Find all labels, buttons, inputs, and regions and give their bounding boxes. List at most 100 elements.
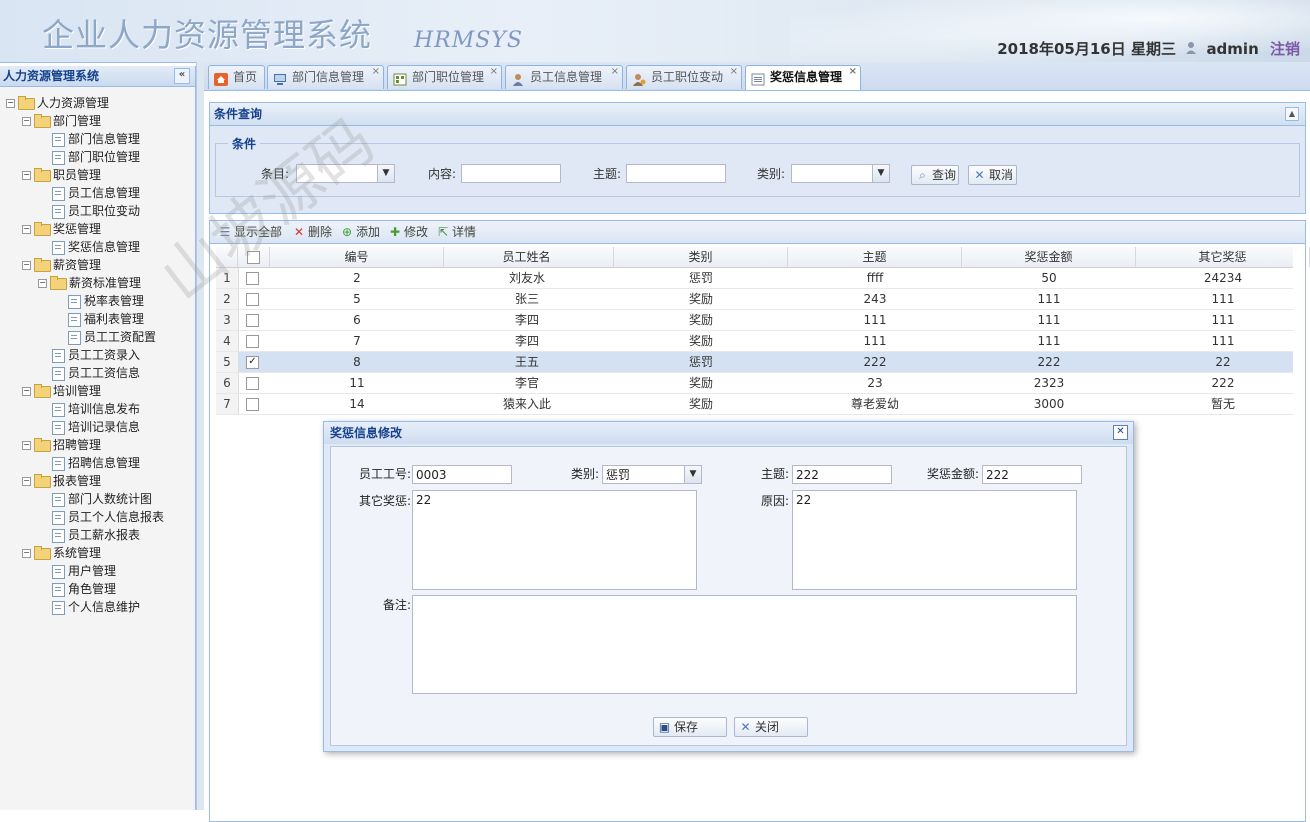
- row-checkbox[interactable]: [246, 335, 259, 348]
- tab-close-icon[interactable]: ×: [849, 60, 857, 83]
- tree-leaf[interactable]: 个人信息维护: [0, 598, 195, 616]
- collapse-toggle-icon[interactable]: −: [22, 477, 31, 486]
- tab-2[interactable]: 部门信息管理 ×: [267, 65, 384, 89]
- add-button[interactable]: ⊕ 添加: [340, 223, 380, 241]
- tree-leaf[interactable]: 员工薪水报表: [0, 526, 195, 544]
- show-all-button[interactable]: ☰ 显示全部: [218, 223, 282, 241]
- tree-folder[interactable]: − 职员管理: [0, 166, 195, 184]
- tree-folder[interactable]: − 部门管理: [0, 112, 195, 130]
- tab-close-icon[interactable]: ×: [490, 60, 498, 83]
- table-row[interactable]: 4 7 李四 奖励 111 111 111: [216, 331, 1293, 352]
- select-all-checkbox[interactable]: [247, 251, 260, 264]
- column-header[interactable]: 主题: [788, 247, 962, 267]
- tree-leaf[interactable]: 员工工资信息: [0, 364, 195, 382]
- item-select[interactable]: ▼: [296, 164, 395, 183]
- collapse-toggle-icon[interactable]: −: [22, 441, 31, 450]
- cancel-button[interactable]: ✕ 取消: [968, 165, 1017, 185]
- collapse-toggle-icon[interactable]: −: [22, 387, 31, 396]
- table-row[interactable]: 2 5 张三 奖励 243 111 111: [216, 289, 1293, 310]
- row-checkbox[interactable]: [246, 398, 259, 411]
- table-row[interactable]: 5 ✓ 8 王五 惩罚 222 222 22: [216, 352, 1293, 373]
- tree-leaf[interactable]: 员工工资配置: [0, 328, 195, 346]
- content-input[interactable]: [461, 164, 561, 183]
- query-panel-title: 条件查询: [214, 107, 263, 121]
- tree-leaf[interactable]: 奖惩信息管理: [0, 238, 195, 256]
- tree-folder[interactable]: − 薪资标准管理: [0, 274, 195, 292]
- tree-leaf[interactable]: 角色管理: [0, 580, 195, 598]
- column-header[interactable]: 类别: [614, 247, 788, 267]
- logout-link[interactable]: 注销: [1270, 40, 1300, 58]
- emp-no-input[interactable]: 0003: [412, 465, 512, 484]
- tab-1[interactable]: 首页: [208, 65, 265, 89]
- reason-textarea[interactable]: 22: [792, 490, 1077, 590]
- tree-folder[interactable]: − 培训管理: [0, 382, 195, 400]
- collapse-toggle-icon[interactable]: −: [6, 99, 15, 108]
- collapse-toggle-icon[interactable]: −: [22, 261, 31, 270]
- tree-leaf[interactable]: 部门职位管理: [0, 148, 195, 166]
- subject-input[interactable]: 222: [792, 465, 892, 484]
- detail-button[interactable]: ⇱ 详情: [436, 223, 476, 241]
- row-checkbox[interactable]: [246, 293, 259, 306]
- tab-close-icon[interactable]: ×: [730, 60, 738, 83]
- collapse-up-icon[interactable]: ▲: [1285, 107, 1299, 121]
- row-checkbox[interactable]: [246, 377, 259, 390]
- column-header[interactable]: 编号: [270, 247, 444, 267]
- tree-leaf[interactable]: 部门信息管理: [0, 130, 195, 148]
- tree-folder[interactable]: − 报表管理: [0, 472, 195, 490]
- tree-leaf[interactable]: 税率表管理: [0, 292, 195, 310]
- amount-input[interactable]: 222: [982, 465, 1082, 484]
- collapse-toggle-icon[interactable]: −: [22, 117, 31, 126]
- search-button[interactable]: ⌕ 查询: [911, 165, 959, 185]
- collapse-icon[interactable]: «: [174, 68, 190, 84]
- collapse-toggle-icon[interactable]: −: [22, 225, 31, 234]
- row-checkbox[interactable]: [246, 314, 259, 327]
- tab-4[interactable]: 员工信息管理 ×: [505, 65, 623, 89]
- category-select[interactable]: ▼: [791, 164, 890, 183]
- tree-leaf[interactable]: 用户管理: [0, 562, 195, 580]
- tree-leaf[interactable]: 员工个人信息报表: [0, 508, 195, 526]
- tree-leaf[interactable]: 培训记录信息: [0, 418, 195, 436]
- chevron-down-icon[interactable]: ▼: [872, 165, 889, 182]
- column-header[interactable]: 员工姓名: [440, 247, 614, 267]
- row-checkbox[interactable]: ✓: [246, 356, 259, 369]
- collapse-toggle-icon[interactable]: −: [22, 171, 31, 180]
- collapse-toggle-icon[interactable]: −: [22, 549, 31, 558]
- row-checkbox[interactable]: [246, 272, 259, 285]
- table-row[interactable]: 1 2 刘友水 惩罚 ffff 50 24234: [216, 268, 1293, 289]
- tree-leaf[interactable]: 员工职位变动: [0, 202, 195, 220]
- close-icon[interactable]: ✕: [1113, 425, 1128, 440]
- tab-close-icon[interactable]: ×: [611, 60, 619, 83]
- tree-leaf[interactable]: 培训信息发布: [0, 400, 195, 418]
- delete-button[interactable]: ✕ 删除: [292, 223, 332, 241]
- remark-textarea[interactable]: [412, 595, 1077, 694]
- table-row[interactable]: 7 14 猿来入此 奖励 尊老爱幼 3000 暂无: [216, 394, 1293, 415]
- tab-3[interactable]: 部门职位管理 ×: [387, 65, 502, 89]
- tree-folder[interactable]: − 薪资管理: [0, 256, 195, 274]
- tree-leaf[interactable]: 员工信息管理: [0, 184, 195, 202]
- tree-leaf[interactable]: 部门人数统计图: [0, 490, 195, 508]
- tree-leaf[interactable]: 招聘信息管理: [0, 454, 195, 472]
- chevron-down-icon[interactable]: ▼: [684, 466, 701, 483]
- table-row[interactable]: 6 11 李官 奖励 23 2323 222: [216, 373, 1293, 394]
- tree-folder[interactable]: − 招聘管理: [0, 436, 195, 454]
- edit-button[interactable]: ✚ 修改: [388, 223, 428, 241]
- table-row[interactable]: 3 6 李四 奖励 111 111 111: [216, 310, 1293, 331]
- tab-close-icon[interactable]: ×: [372, 60, 380, 83]
- column-header[interactable]: 奖惩金额: [962, 247, 1136, 267]
- save-button[interactable]: ▣ 保存: [653, 717, 727, 737]
- tab-5[interactable]: 员工职位变动 ×: [626, 65, 742, 89]
- category-select[interactable]: 惩罚 ▼: [602, 465, 702, 484]
- tree-folder[interactable]: − 系统管理: [0, 544, 195, 562]
- tree-folder[interactable]: − 奖惩管理: [0, 220, 195, 238]
- tree-leaf[interactable]: 福利表管理: [0, 310, 195, 328]
- tab-6[interactable]: 奖惩信息管理 ×: [745, 65, 861, 90]
- column-header[interactable]: 其它奖惩: [1136, 247, 1310, 267]
- tab-bar: 首页 部门信息管理 × 部门职位管理 × 员工信息管理 × 员工职位变动 × 奖惩信息管理 ×: [204, 62, 1310, 91]
- close-button[interactable]: ✕ 关闭: [734, 717, 808, 737]
- subject-input[interactable]: [626, 164, 726, 183]
- chevron-down-icon[interactable]: ▼: [377, 165, 394, 182]
- tree-leaf[interactable]: 员工工资录入: [0, 346, 195, 364]
- other-textarea[interactable]: 22: [412, 490, 697, 590]
- collapse-toggle-icon[interactable]: −: [38, 279, 47, 288]
- tree-folder[interactable]: − 人力资源管理: [0, 94, 195, 112]
